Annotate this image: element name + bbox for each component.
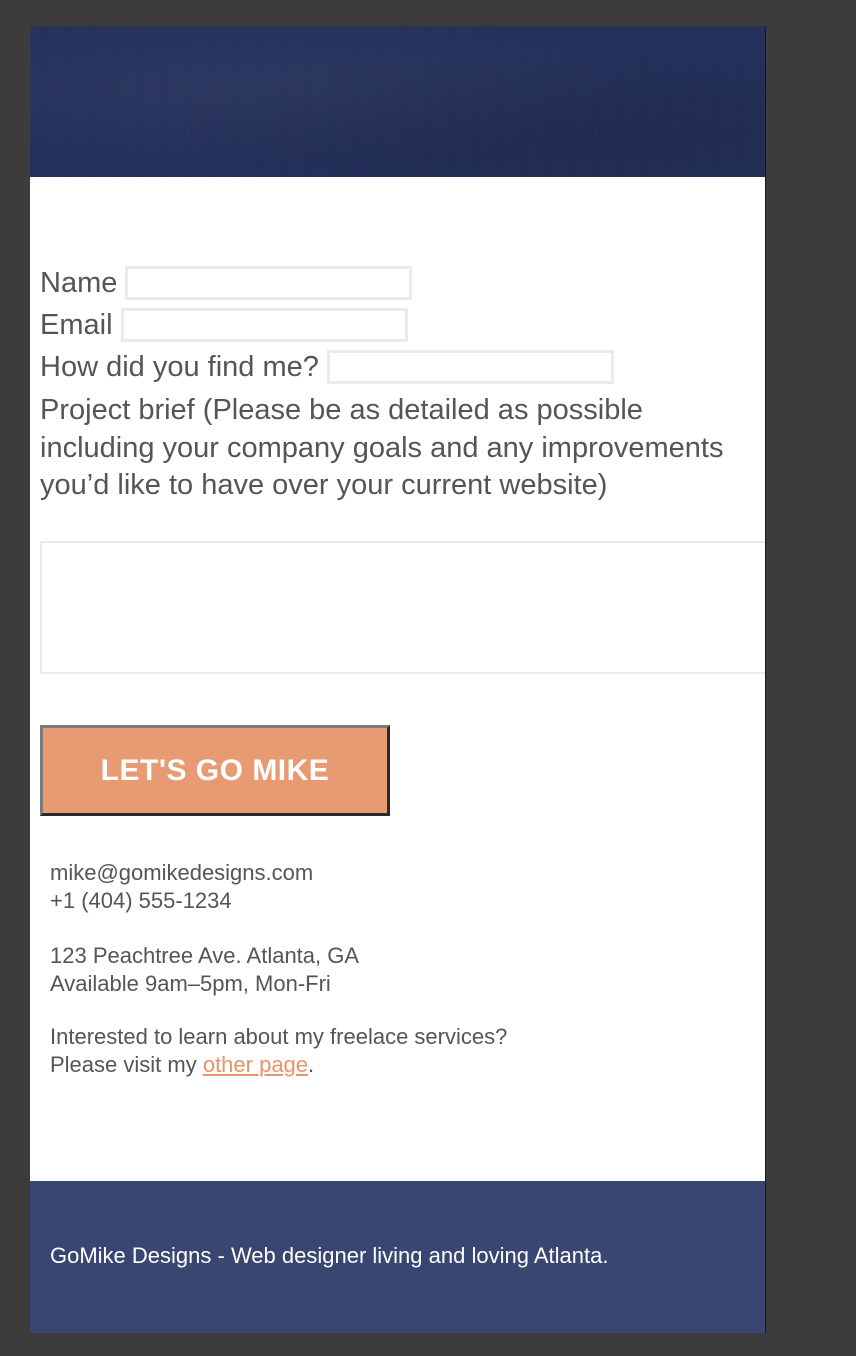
- freelance-question: Interested to learn about my freelace se…: [50, 1024, 508, 1049]
- project-brief-textarea[interactable]: [40, 541, 765, 674]
- visit-suffix: .: [308, 1052, 315, 1077]
- project-brief-label: Project brief (Please be as detailed as …: [40, 394, 724, 501]
- footer-text: GoMike Designs - Web designer living and…: [50, 1243, 609, 1268]
- contact-hours: Available 9am–5pm, Mon-Fri: [50, 971, 331, 996]
- contact-address: 123 Peachtree Ave. Atlanta, GA: [50, 943, 360, 968]
- page-edge-divider: [765, 26, 766, 1333]
- source-input[interactable]: [326, 350, 614, 384]
- location-info: 123 Peachtree Ave. Atlanta, GA Available…: [50, 942, 359, 998]
- visit-line: Please visit my other page.: [50, 1051, 507, 1079]
- other-page-link[interactable]: other page: [203, 1052, 308, 1077]
- visit-prefix: Please visit my: [50, 1052, 203, 1077]
- contact-phone: +1 (404) 555-1234: [50, 888, 232, 913]
- contact-page: Name Email How did you find me? Project …: [30, 26, 765, 1333]
- email-label: Email: [40, 309, 113, 341]
- name-input[interactable]: [125, 266, 413, 300]
- header-banner: [30, 26, 765, 177]
- email-row: Email: [40, 308, 408, 342]
- submit-button-label: LET'S GO MIKE: [100, 753, 330, 787]
- source-row: How did you find me?: [40, 350, 614, 384]
- name-label: Name: [40, 267, 118, 299]
- freelance-info: Interested to learn about my freelace se…: [50, 1023, 507, 1079]
- contact-email: mike@gomikedesigns.com: [50, 860, 314, 885]
- submit-button[interactable]: LET'S GO MIKE: [40, 725, 390, 816]
- email-input[interactable]: [120, 308, 408, 342]
- name-row: Name: [40, 266, 413, 300]
- contact-info: mike@gomikedesigns.com +1 (404) 555-1234: [50, 859, 313, 915]
- source-label: How did you find me?: [40, 351, 319, 383]
- footer: GoMike Designs - Web designer living and…: [30, 1181, 765, 1333]
